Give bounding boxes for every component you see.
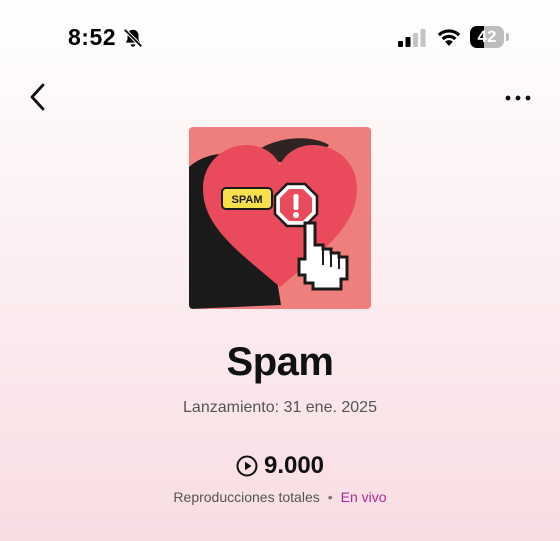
play-count: 9.000 <box>263 452 325 479</box>
chevron-left-icon <box>30 83 45 111</box>
cellular-signal-icon <box>398 29 426 47</box>
wifi-icon <box>437 29 461 46</box>
spam-badge-label: SPAM <box>232 194 263 206</box>
battery-indicator: 42 <box>470 26 510 48</box>
bell-slash-icon <box>123 28 143 48</box>
separator-dot: • <box>327 489 333 505</box>
play-circle-icon <box>236 455 258 477</box>
play-count-meta: Reproducciones totales • En vivo <box>0 489 560 505</box>
cover-artwork: SPAM <box>189 127 371 309</box>
battery-tip <box>506 33 509 41</box>
play-count-row: 9.000 <box>0 452 560 480</box>
album-cover: SPAM <box>189 127 371 309</box>
more-options-button[interactable] <box>500 84 536 112</box>
total-plays-label: Reproducciones totales <box>173 489 320 505</box>
more-horizontal-icon <box>505 95 531 101</box>
battery-body: 42 <box>470 26 504 48</box>
live-link[interactable]: En vivo <box>341 489 387 505</box>
status-time: 8:52 <box>68 24 117 50</box>
back-button[interactable] <box>22 80 56 114</box>
spam-badge: SPAM <box>221 187 273 210</box>
status-bar: 8:52 42 <box>0 0 560 70</box>
release-date: Lanzamiento: 31 ene. 2025 <box>183 399 377 416</box>
track-title: Spam <box>226 340 334 384</box>
warning-octagon-icon <box>273 182 319 228</box>
battery-percentage: 42 <box>477 27 497 46</box>
